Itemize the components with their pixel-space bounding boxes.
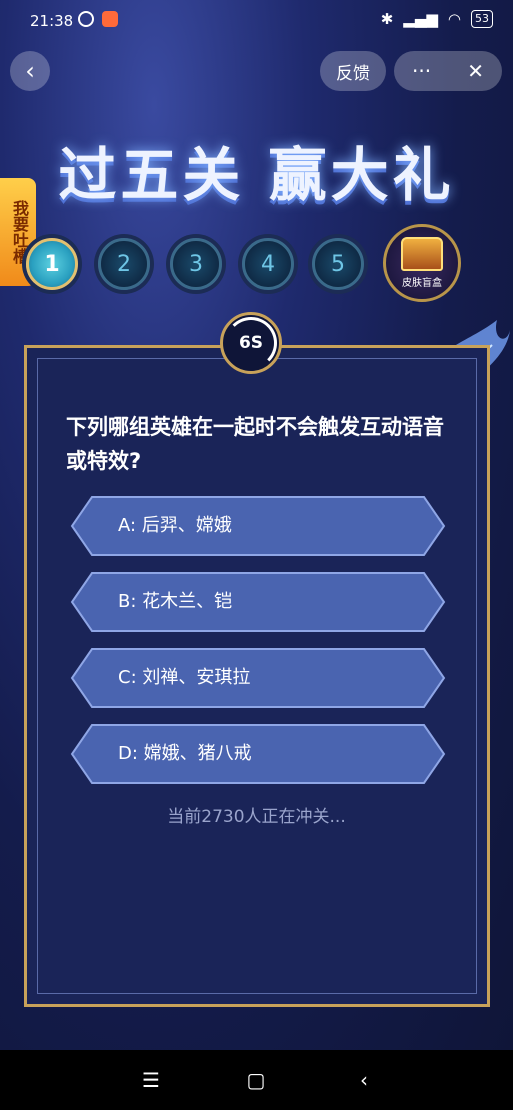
battery-icon: 53 <box>471 10 493 28</box>
level-4: 4 <box>242 238 294 290</box>
option-label: 花木兰、铠 <box>142 591 233 612</box>
countdown-timer: 6S <box>220 312 282 374</box>
bluetooth-icon: ✱ <box>380 10 394 28</box>
mini-program-menu: ··· ✕ <box>394 51 502 91</box>
question-text: 下列哪组英雄在一起时不会触发互动语音或特效? <box>66 415 444 473</box>
banner-title: 过五关 赢大礼 <box>58 141 455 209</box>
back-nav-icon[interactable]: ‹ <box>349 1068 379 1092</box>
system-nav-bar: ☰ ▢ ‹ <box>0 1050 513 1110</box>
option-label: 嫦娥、猪八戒 <box>143 743 252 764</box>
wifi-icon: ◠ <box>447 10 461 28</box>
level-5: 5 <box>312 238 364 290</box>
level-progress: 1 2 3 4 5 皮肤盲盒 <box>20 224 470 304</box>
level-3: 3 <box>170 238 222 290</box>
treasure-chest-icon <box>401 237 443 271</box>
reward-chest[interactable]: 皮肤盲盒 <box>383 224 461 302</box>
home-icon[interactable]: ▢ <box>241 1068 271 1092</box>
option-label: 刘禅、安琪拉 <box>142 667 251 688</box>
option-d[interactable]: D: 嫦娥、猪八戒 <box>70 723 446 785</box>
close-button[interactable]: ✕ <box>467 59 484 83</box>
signal-icon: ▂▄▆ <box>403 10 438 28</box>
option-key: C: <box>118 667 137 688</box>
option-c[interactable]: C: 刘禅、安琪拉 <box>70 647 446 709</box>
status-time: 21:38 <box>30 12 74 30</box>
level-1: 1 <box>26 238 78 290</box>
alarm-icon <box>78 11 94 27</box>
level-2: 2 <box>98 238 150 290</box>
status-bar: 21:38 ✱ ▂▄▆ ◠ 53 <box>0 0 513 42</box>
online-status: 当前2730人正在冲关... <box>167 807 346 827</box>
option-a[interactable]: A: 后羿、嫦娥 <box>70 495 446 557</box>
more-button[interactable]: ··· <box>412 59 431 83</box>
feedback-button[interactable]: 反馈 <box>320 51 386 91</box>
option-key: B: <box>118 591 137 612</box>
option-key: A: <box>118 515 137 536</box>
back-button[interactable]: ‹ <box>10 51 50 91</box>
reward-label: 皮肤盲盒 <box>402 278 442 289</box>
option-key: D: <box>118 743 138 764</box>
option-label: 后羿、嫦娥 <box>141 515 232 536</box>
option-b[interactable]: B: 花木兰、铠 <box>70 571 446 633</box>
menu-icon[interactable]: ☰ <box>136 1068 166 1092</box>
screen-record-icon <box>102 11 118 27</box>
